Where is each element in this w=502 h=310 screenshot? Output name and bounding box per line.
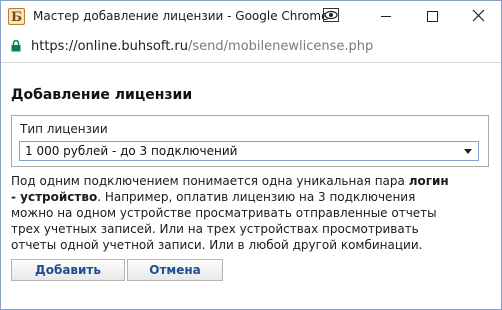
browser-window: Б Мастер добавление лицензии - Google Ch… <box>0 0 502 310</box>
chevron-down-icon <box>464 149 472 154</box>
license-type-fieldset: Тип лицензии 1 000 рублей - до 3 подключ… <box>11 115 489 167</box>
title-bar: Б Мастер добавление лицензии - Google Ch… <box>1 1 501 31</box>
description-text-1: Под одним подключением понимается одна у… <box>11 174 409 188</box>
eye-icon[interactable] <box>323 8 339 22</box>
cancel-button[interactable]: Отмена <box>127 259 223 281</box>
window-title: Мастер добавление лицензии - Google Chro… <box>33 9 329 23</box>
license-type-selected-value: 1 000 рублей - до 3 подключений <box>25 144 238 158</box>
url-host: https://online.buhsoft.ru <box>31 39 189 54</box>
app-logo-icon: Б <box>8 8 25 25</box>
license-description: Под одним подключением понимается одна у… <box>11 173 451 253</box>
page-title: Добавление лицензии <box>11 87 193 103</box>
license-type-label: Тип лицензии <box>20 122 108 136</box>
add-button[interactable]: Добавить <box>11 259 125 281</box>
close-button[interactable] <box>455 1 501 31</box>
close-icon <box>472 9 485 22</box>
lock-icon <box>11 39 21 52</box>
license-type-select[interactable]: 1 000 рублей - до 3 подключений <box>19 141 479 161</box>
url-path: /send/mobilenewlicense.php <box>188 39 374 54</box>
minimize-button[interactable] <box>363 1 409 31</box>
url-text[interactable]: https://online.buhsoft.ru/send/mobilenew… <box>31 39 373 54</box>
maximize-button[interactable] <box>409 1 455 31</box>
